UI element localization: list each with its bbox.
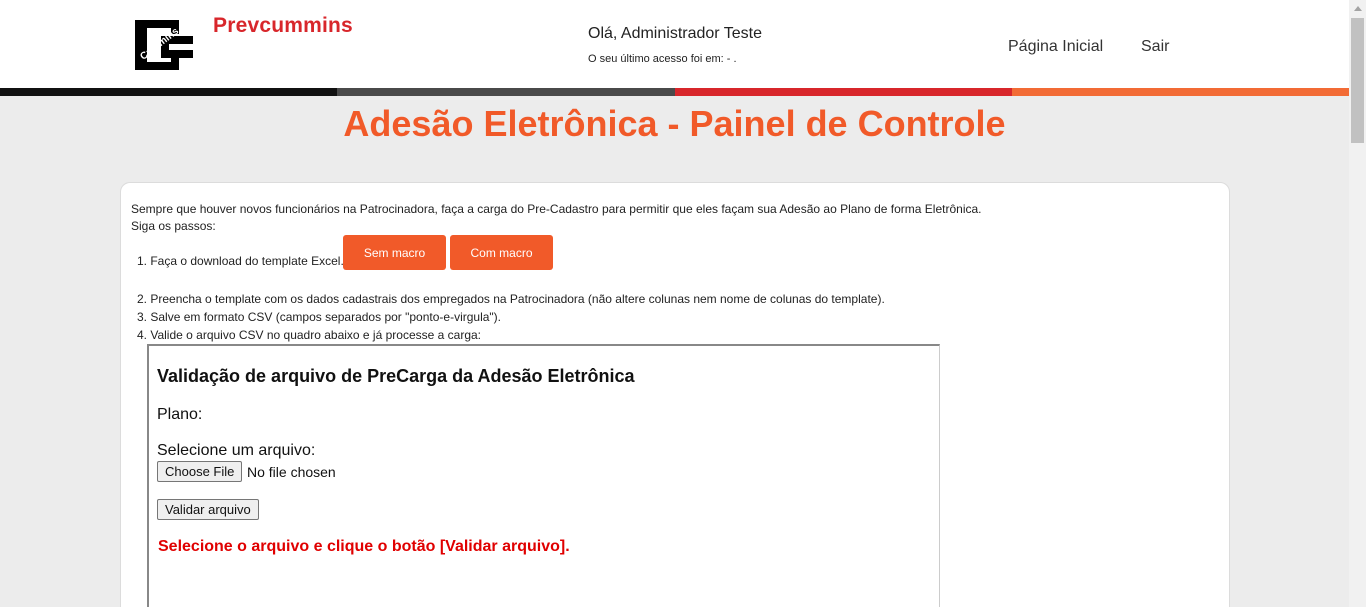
nav-exit-link[interactable]: Sair [1141,38,1169,56]
step-text: Preencha o template com os dados cadastr… [150,292,885,306]
header-color-stripes [0,88,1349,96]
step-number: 1. [136,254,147,268]
cummins-logo: Cummins [131,14,195,76]
last-access-text: O seu último acesso foi em: - . [588,53,737,65]
step-number: 3. [136,310,147,324]
validate-file-button[interactable]: Validar arquivo [157,499,259,520]
brand-name: Prevcummins [213,14,353,37]
step-2: 2. Preencha o template com os dados cada… [131,292,885,306]
control-panel: Sempre que houver novos funcionários na … [120,182,1230,607]
validation-message: Selecione o arquivo e clique o botão [Va… [158,538,570,555]
scroll-up-arrow-icon[interactable] [1349,0,1366,17]
download-without-macro-button[interactable]: Sem macro [343,235,446,270]
page-title: Adesão Eletrônica - Painel de Controle [343,103,1006,144]
step-3: 3. Salve em formato CSV (campos separado… [131,310,501,324]
stripe-orange [1011,88,1349,96]
step-text: Faça o download do template Excel. [150,254,344,268]
plan-label: Plano: [157,406,203,423]
header: Cummins Prevcummins Olá, Administrador T… [0,0,1349,88]
file-status-text: No file chosen [247,464,336,480]
step-number: 4. [136,328,147,342]
step-text: Salve em formato CSV (campos separados p… [150,310,502,324]
intro-text: Sempre que houver novos funcionários na … [131,201,982,235]
validation-title: Validação de arquivo de PreCarga da Ades… [157,366,635,386]
step-4: 4. Valide o arquivo CSV no quadro abaixo… [131,328,481,342]
download-with-macro-button[interactable]: Com macro [450,235,553,270]
step-number: 2. [136,292,147,306]
user-greeting: Olá, Administrador Teste [588,25,763,42]
choose-file-button[interactable]: Choose File [157,461,243,482]
stripe-black [0,88,338,96]
stripe-red [674,88,1012,96]
vertical-scrollbar[interactable] [1349,0,1366,607]
intro-line-1: Sempre que houver novos funcionários na … [131,202,982,216]
nav-home-link[interactable]: Página Inicial [1008,38,1103,56]
select-file-label: Selecione um arquivo: [157,442,316,459]
intro-line-2: Siga os passos: [131,219,216,233]
scrollbar-thumb[interactable] [1351,18,1364,143]
validation-frame: Validação de arquivo de PreCarga da Ades… [147,344,940,607]
stripe-gray [337,88,675,96]
step-1: 1. Faça o download do template Excel. [131,254,344,268]
step-text: Valide o arquivo CSV no quadro abaixo e … [150,328,481,342]
